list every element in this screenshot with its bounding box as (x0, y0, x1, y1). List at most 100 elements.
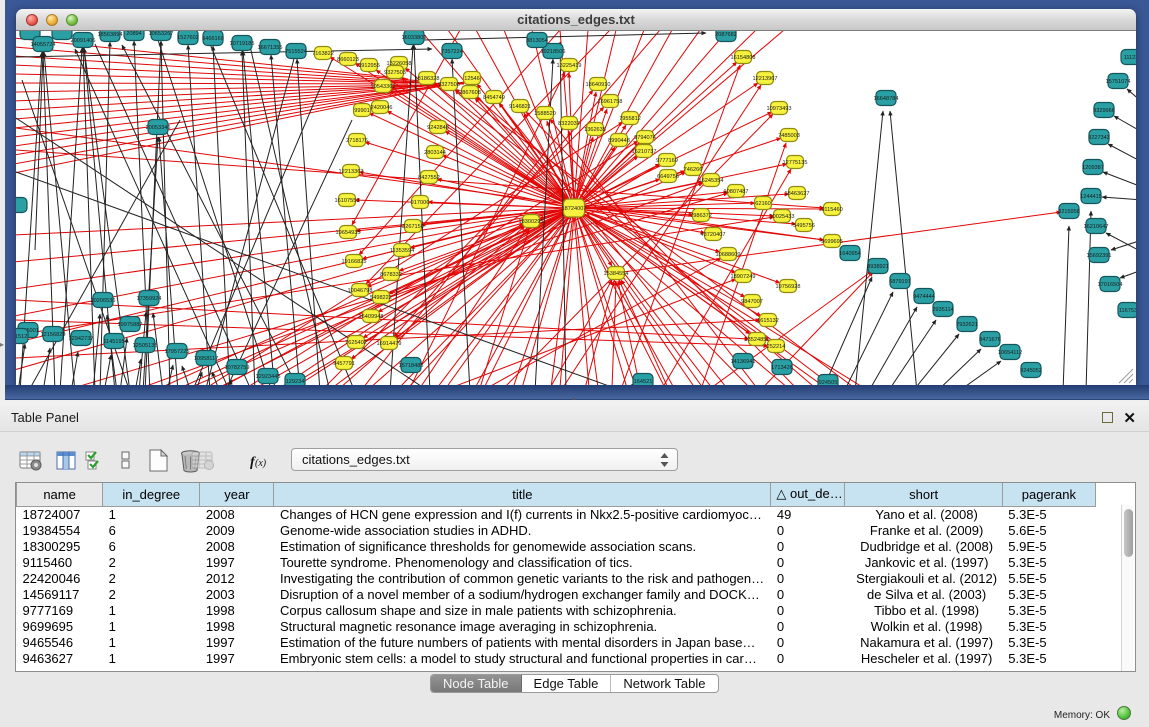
svg-text:13225419: 13225419 (557, 63, 582, 69)
svg-text:20091406: 20091406 (71, 38, 96, 44)
svg-text:10025433: 10025433 (770, 214, 795, 220)
svg-text:116753: 116753 (1119, 308, 1136, 314)
svg-text:10782759: 10782759 (225, 365, 250, 371)
svg-text:15718485: 15718485 (399, 363, 424, 369)
svg-text:17016504: 17016504 (1098, 282, 1123, 288)
svg-text:8471676: 8471676 (979, 337, 1001, 343)
svg-text:9329966: 9329966 (1093, 108, 1115, 114)
svg-text:17957225: 17957225 (165, 349, 190, 355)
svg-text:16245354: 16245354 (699, 178, 724, 184)
svg-text:7515524: 7515524 (285, 49, 307, 55)
svg-text:9474444: 9474444 (913, 294, 935, 300)
svg-text:12923445: 12923445 (256, 374, 281, 380)
svg-text:18640910: 18640910 (586, 82, 611, 88)
svg-text:9115460: 9115460 (821, 207, 842, 213)
svg-text:12546: 12546 (464, 76, 480, 82)
svg-text:15384554: 15384554 (604, 271, 629, 277)
svg-text:16648784: 16648784 (874, 96, 899, 102)
svg-text:9457791: 9457791 (333, 361, 355, 367)
svg-text:7485003: 7485003 (778, 133, 800, 139)
svg-text:19975887: 19975887 (118, 322, 143, 328)
svg-text:18724007: 18724007 (562, 206, 587, 212)
svg-text:15751074: 15751074 (1106, 79, 1131, 85)
svg-text:16033809: 16033809 (402, 35, 427, 41)
svg-text:2718176: 2718176 (346, 138, 368, 144)
svg-text:16671355: 16671355 (258, 45, 283, 51)
svg-text:22420046: 22420046 (368, 105, 393, 111)
svg-text:391512: 391512 (16, 334, 27, 340)
svg-text:8678332: 8678332 (380, 272, 402, 278)
svg-text:8322037: 8322037 (558, 121, 580, 127)
svg-text:6879197: 6879197 (889, 279, 911, 285)
svg-text:43720407: 43720407 (701, 232, 726, 238)
svg-text:6466160: 6466160 (202, 36, 224, 42)
svg-text:17359924: 17359924 (137, 296, 162, 302)
svg-text:16914479: 16914479 (377, 341, 402, 347)
svg-text:7625402: 7625402 (345, 340, 367, 346)
svg-text:(x): (x) (255, 458, 267, 469)
svg-text:1145195: 1145195 (103, 339, 124, 345)
svg-text:8813054: 8813054 (526, 38, 548, 44)
svg-text:9245052: 9245052 (1020, 368, 1042, 374)
svg-text:1209387: 1209387 (1082, 165, 1104, 171)
svg-text:9146821: 9146821 (509, 104, 531, 110)
svg-text:2803144: 2803144 (424, 150, 446, 156)
svg-text:9242848: 9242848 (427, 125, 449, 131)
svg-text:16107553: 16107553 (335, 198, 360, 204)
svg-text:19166825: 19166825 (342, 259, 367, 265)
svg-text:2935114: 2935114 (932, 307, 953, 313)
svg-text:18300295: 18300295 (519, 219, 544, 225)
svg-text:10807487: 10807487 (724, 189, 749, 195)
svg-text:5495756: 5495756 (793, 223, 815, 229)
svg-text:8427552: 8427552 (418, 175, 440, 181)
svg-text:252214: 252214 (767, 344, 786, 350)
svg-text:14136941: 14136941 (731, 359, 756, 365)
svg-text:16961758: 16961758 (598, 99, 623, 105)
svg-text:9847007: 9847007 (741, 299, 763, 305)
svg-text:7163822: 7163822 (312, 51, 334, 57)
svg-text:16210737: 16210737 (632, 149, 657, 155)
svg-text:10719185: 10719185 (230, 41, 255, 47)
svg-text:18563894: 18563894 (98, 32, 123, 38)
svg-text:917006: 917006 (411, 200, 430, 206)
svg-text:7955812: 7955812 (619, 116, 641, 122)
svg-text:16409948: 16409948 (359, 314, 384, 320)
svg-text:11123: 11123 (1124, 55, 1136, 61)
svg-text:11353594: 11353594 (390, 248, 414, 254)
svg-text:10046798: 10046798 (348, 288, 373, 294)
svg-text:16154808: 16154808 (731, 55, 756, 61)
svg-text:99901: 99901 (354, 108, 370, 114)
svg-text:19218506: 19218506 (541, 49, 566, 55)
svg-text:62160: 62160 (755, 201, 771, 207)
svg-text:20053346: 20053346 (146, 125, 171, 131)
svg-text:8660123: 8660123 (337, 57, 359, 63)
svg-text:10973493: 10973493 (767, 106, 792, 112)
svg-text:18463627: 18463627 (785, 191, 810, 197)
svg-text:19654935: 19654935 (336, 230, 361, 236)
svg-text:7986372: 7986372 (690, 213, 712, 219)
svg-text:746266: 746266 (684, 167, 703, 173)
svg-text:10653267: 10653267 (149, 31, 174, 37)
svg-text:12775135: 12775135 (783, 160, 808, 166)
svg-text:3267150: 3267150 (402, 224, 424, 230)
svg-text:8938921: 8938921 (867, 264, 889, 270)
svg-text:12505135: 12505135 (133, 343, 158, 349)
svg-text:7357224: 7357224 (441, 49, 463, 55)
svg-text:14055724: 14055724 (31, 42, 56, 48)
svg-text:10958117: 10958117 (194, 356, 218, 362)
svg-text:1640954: 1640954 (839, 251, 861, 257)
svg-text:10688609: 10688609 (716, 252, 741, 258)
svg-text:9227343: 9227343 (1088, 135, 1110, 141)
svg-text:1362635: 1362635 (584, 127, 606, 133)
svg-text:10543362: 10543362 (371, 84, 396, 90)
svg-text:1615132: 1615132 (757, 318, 779, 324)
svg-text:1244415: 1244415 (1080, 194, 1102, 200)
svg-text:6649756: 6649756 (657, 174, 679, 180)
svg-text:1527602: 1527602 (177, 35, 199, 41)
svg-text:12213363: 12213363 (339, 169, 364, 175)
svg-text:8454749: 8454749 (483, 95, 505, 101)
svg-text:20894: 20894 (126, 31, 142, 37)
svg-text:5498222: 5498222 (370, 295, 392, 301)
svg-text:9699695: 9699695 (821, 239, 843, 245)
svg-text:9794074: 9794074 (634, 135, 656, 141)
